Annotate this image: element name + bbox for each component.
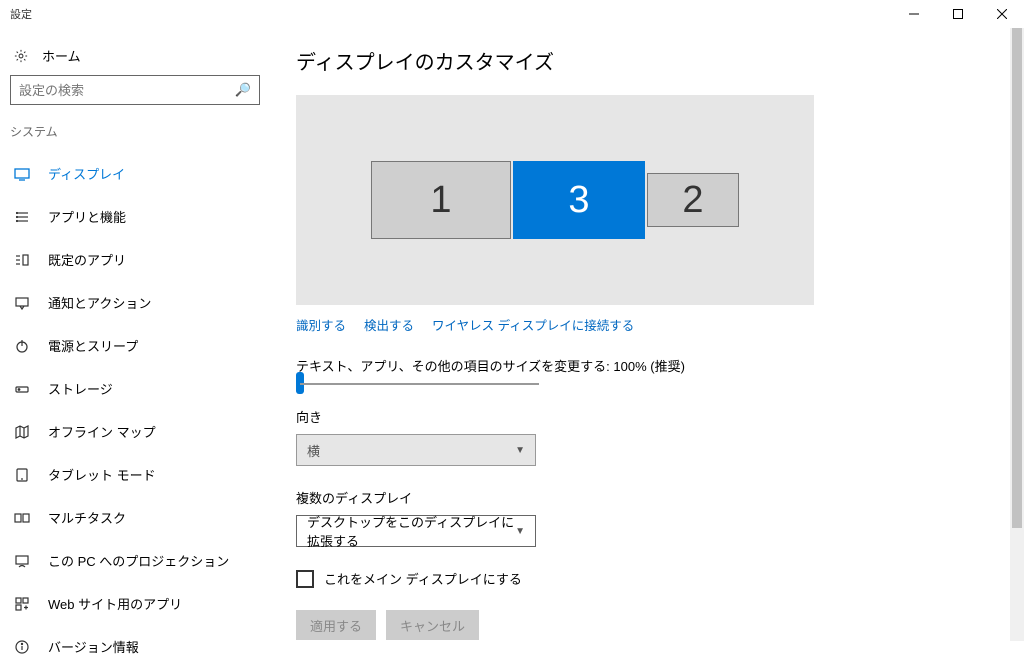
scaling-label: テキスト、アプリ、その他の項目のサイズを変更する: 100% (推奨) bbox=[296, 356, 998, 375]
sidebar-item-label: Web サイト用のアプリ bbox=[48, 594, 182, 613]
scrollbar[interactable] bbox=[1010, 28, 1024, 641]
sidebar-item-label: バージョン情報 bbox=[48, 637, 139, 656]
sidebar-item-label: アプリと機能 bbox=[48, 207, 126, 226]
storage-icon bbox=[14, 381, 30, 397]
home-link[interactable]: ホーム bbox=[0, 40, 270, 75]
sidebar-item-label: この PC へのプロジェクション bbox=[48, 551, 229, 570]
scaling-slider[interactable] bbox=[296, 383, 539, 385]
display-icon bbox=[14, 166, 30, 182]
sidebar-item-label: オフライン マップ bbox=[48, 422, 156, 441]
default-apps-icon bbox=[14, 252, 30, 268]
monitor-3[interactable]: 3 bbox=[513, 161, 645, 239]
projection-icon bbox=[14, 553, 30, 569]
chevron-down-icon: ▼ bbox=[515, 526, 525, 537]
display-arrangement[interactable]: 1 3 2 bbox=[296, 95, 814, 305]
sidebar-item-apps[interactable]: アプリと機能 bbox=[0, 195, 270, 238]
orientation-label: 向き bbox=[296, 407, 998, 426]
sidebar: ホーム 🔍 システム ディスプレイ アプリと機能 既定のアプリ 通知とアクション bbox=[0, 28, 270, 641]
sidebar-item-label: 通知とアクション bbox=[48, 293, 151, 312]
sidebar-item-label: マルチタスク bbox=[48, 508, 126, 527]
window-title: 設定 bbox=[10, 6, 32, 22]
sidebar-item-tablet[interactable]: タブレット モード bbox=[0, 453, 270, 496]
sidebar-item-label: 電源とスリープ bbox=[48, 336, 138, 355]
gear-icon bbox=[14, 49, 28, 63]
sidebar-item-label: ディスプレイ bbox=[48, 164, 125, 183]
sidebar-item-label: ストレージ bbox=[48, 379, 113, 398]
scrollbar-thumb[interactable] bbox=[1012, 28, 1022, 528]
sidebar-item-web-apps[interactable]: Web サイト用のアプリ bbox=[0, 582, 270, 625]
sidebar-item-display[interactable]: ディスプレイ bbox=[0, 152, 270, 195]
sidebar-item-default-apps[interactable]: 既定のアプリ bbox=[0, 238, 270, 281]
search-field[interactable] bbox=[19, 83, 235, 98]
multitask-icon bbox=[14, 510, 30, 526]
multiple-displays-value: デスクトップをこのディスプレイに拡張する bbox=[307, 512, 515, 550]
power-icon bbox=[14, 338, 30, 354]
chevron-down-icon: ▼ bbox=[515, 445, 525, 456]
cancel-button[interactable]: キャンセル bbox=[386, 610, 479, 640]
maps-icon bbox=[14, 424, 30, 440]
minimize-button[interactable] bbox=[892, 0, 936, 28]
page-title: ディスプレイのカスタマイズ bbox=[296, 46, 998, 75]
identify-link[interactable]: 識別する bbox=[296, 315, 346, 334]
search-input[interactable]: 🔍 bbox=[10, 75, 260, 105]
slider-thumb[interactable] bbox=[296, 372, 304, 394]
apply-button[interactable]: 適用する bbox=[296, 610, 376, 640]
orientation-value: 横 bbox=[307, 441, 320, 460]
sidebar-item-notifications[interactable]: 通知とアクション bbox=[0, 281, 270, 324]
titlebar: 設定 bbox=[0, 0, 1024, 28]
sidebar-item-projection[interactable]: この PC へのプロジェクション bbox=[0, 539, 270, 582]
main-content: ディスプレイのカスタマイズ 1 3 2 識別する 検出する ワイヤレス ディスプ… bbox=[270, 28, 1024, 641]
main-display-checkbox-label: これをメイン ディスプレイにする bbox=[324, 569, 522, 588]
wireless-link[interactable]: ワイヤレス ディスプレイに接続する bbox=[432, 315, 634, 334]
detect-link[interactable]: 検出する bbox=[364, 315, 414, 334]
multiple-displays-select[interactable]: デスクトップをこのディスプレイに拡張する ▼ bbox=[296, 515, 536, 547]
sidebar-item-label: タブレット モード bbox=[48, 465, 156, 484]
main-display-checkbox-row[interactable]: これをメイン ディスプレイにする bbox=[296, 569, 998, 588]
monitor-1[interactable]: 1 bbox=[371, 161, 511, 239]
tablet-icon bbox=[14, 467, 30, 483]
close-button[interactable] bbox=[980, 0, 1024, 28]
sidebar-item-multitask[interactable]: マルチタスク bbox=[0, 496, 270, 539]
notifications-icon bbox=[14, 295, 30, 311]
main-display-checkbox[interactable] bbox=[296, 570, 314, 588]
web-apps-icon bbox=[14, 596, 30, 612]
sidebar-item-label: 既定のアプリ bbox=[48, 250, 126, 269]
sidebar-item-offline-maps[interactable]: オフライン マップ bbox=[0, 410, 270, 453]
orientation-select[interactable]: 横 ▼ bbox=[296, 434, 536, 466]
sidebar-item-storage[interactable]: ストレージ bbox=[0, 367, 270, 410]
maximize-button[interactable] bbox=[936, 0, 980, 28]
sidebar-item-about[interactable]: バージョン情報 bbox=[0, 625, 270, 668]
sidebar-item-power[interactable]: 電源とスリープ bbox=[0, 324, 270, 367]
section-label: システム bbox=[0, 119, 270, 152]
apps-icon bbox=[14, 209, 30, 225]
search-icon: 🔍 bbox=[235, 82, 251, 98]
multiple-displays-label: 複数のディスプレイ bbox=[296, 488, 998, 507]
monitor-2[interactable]: 2 bbox=[647, 173, 739, 227]
home-label: ホーム bbox=[42, 46, 81, 65]
titlebar-buttons bbox=[892, 0, 1024, 28]
